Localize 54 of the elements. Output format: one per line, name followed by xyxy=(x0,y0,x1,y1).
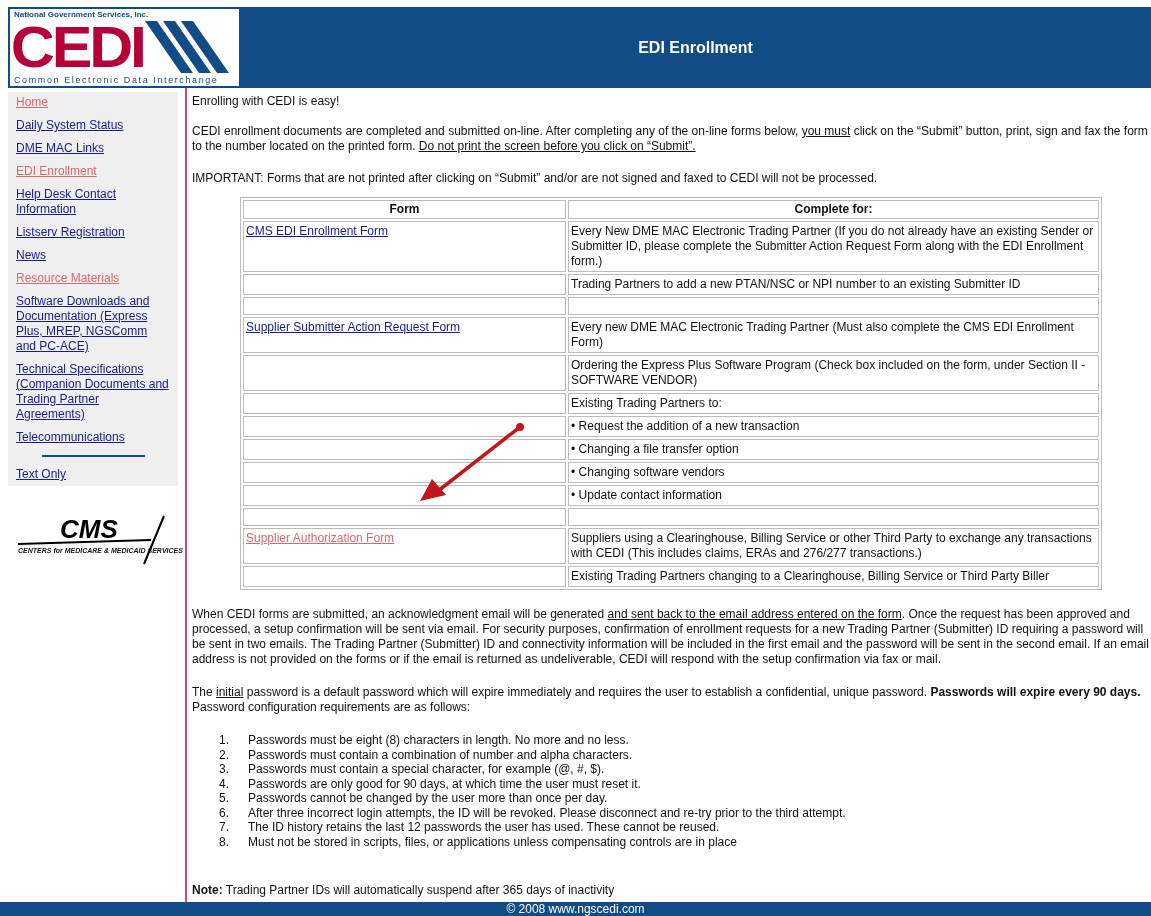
table-cell: • Request the addition of a new transaction xyxy=(568,416,1099,437)
important-notice: IMPORTANT: Forms that are not printed after clicking on “Submit” and/or are not signed and faxed to CEDI will not be processed. xyxy=(192,171,879,186)
logo-mark: CEDI xyxy=(10,19,144,75)
logo-tagline: Common Electronic Data Interchange xyxy=(14,75,220,85)
table-cell: • Changing a file transfer option xyxy=(568,439,1099,460)
column-header: Complete for: xyxy=(568,200,1099,219)
password-paragraph: The initial password is a default password which will expire immediately and requires the user to establish a confidential, unique password. Passwords will expire every 90 days. Password configuration requirements are as follows: xyxy=(192,685,1142,715)
table-cell: Ordering the Express Plus Software Program (Check box included on the form, under Section II - SOFTWARE VENDOR) xyxy=(568,355,1099,391)
list-number: 5. xyxy=(218,791,229,806)
sidebar-link[interactable]: News xyxy=(16,248,170,263)
list-number: 3. xyxy=(218,762,229,777)
intro-text: Enrolling with CEDI is easy! xyxy=(192,94,341,109)
sidebar-link[interactable]: Technical Specifications (Companion Documents and Trading Partner Agreements) xyxy=(16,362,170,422)
list-number: 4. xyxy=(218,776,229,791)
instructions-paragraph: CEDI enrollment documents are completed and submitted on-line. After completing any of the on-line forms below, you must click on the “Submit” button, print, sign and fax the form to the number located on the printed form. Do not print the screen before you click on “Submit”. xyxy=(192,124,1149,154)
sidebar-link[interactable]: Help Desk Contact Information xyxy=(16,187,170,217)
table-cell: Suppliers using a Clearinghouse, Billing Service or other Third Party to exchange any transactions with CEDI (This includes claims, ERAs and 276/277 transactions.) xyxy=(568,528,1099,564)
acknowledgment-paragraph: When CEDI forms are submitted, an acknowledgment email will be generated and sent back to the email address entered on the form. Once the request has been approved and processed, a setup confirmation will be sent via email. For security purposes, confirmation of enrollment requests for a new Trading Partner (Submitter) ID requiring a password will be sent in two emails. The Trading Partner (Submitter) ID and connectivity information will be included in the first email and the password will be sent in the second email. If an email address is not provided on the forms or if the email is returned as undeliverable, CEDI will respond with the setup confirmation via fax or mail. xyxy=(192,607,1149,667)
page-title: EDI Enrollment xyxy=(638,37,753,58)
table-cell: Existing Trading Partners to: xyxy=(568,393,1099,414)
form-link[interactable]: Supplier Submitter Action Request Form xyxy=(246,320,461,334)
requirement-text: Passwords must contain a special character, for example (@, #, $). xyxy=(248,762,605,777)
table-cell: Trading Partners to add a new PTAN/NSC or NPI number to an existing Submitter ID xyxy=(568,274,1099,295)
sidebar-link[interactable]: Listserv Registration xyxy=(16,225,170,240)
sidebar-link[interactable]: Telecommunications xyxy=(16,430,170,445)
requirement-text: After three incorrect login attempts, the ID will be revoked. Please disconnect and re-try prior to the third attempt. xyxy=(248,805,846,820)
stripes-icon xyxy=(144,21,231,73)
form-link[interactable]: Supplier Authorization Form xyxy=(246,531,395,545)
list-number: 7. xyxy=(218,820,229,835)
column-header: Form xyxy=(243,200,566,219)
cms-logo-mark: CMS xyxy=(60,516,118,542)
logo-org-text: National Government Services, Inc. xyxy=(14,10,150,19)
table-cell: • Update contact information xyxy=(568,485,1099,506)
list-number: 1. xyxy=(218,733,229,748)
list-number: 8. xyxy=(218,834,229,849)
list-number: 6. xyxy=(218,805,229,820)
form-link[interactable]: CMS EDI Enrollment Form xyxy=(246,224,389,238)
requirement-text: Passwords must contain a combination of number and alpha characters. xyxy=(248,747,633,762)
requirement-text: Passwords are only good for 90 days, at which time the user must reset it. xyxy=(248,776,641,791)
table-cell: Every New DME MAC Electronic Trading Partner (If you do not already have an existing Sender or Submitter ID, please complete the Submitter Action Request Form along with the EDI Enrollment form.) xyxy=(568,221,1099,272)
requirement-text: Passwords cannot be changed by the user more than once per day. xyxy=(248,791,608,806)
requirement-text: Passwords must be eight (8) characters in length. No more and no less. xyxy=(248,733,629,748)
sidebar-link[interactable]: Software Downloads and Documentation (Express Plus, MREP, NGSComm and PC-ACE) xyxy=(16,294,170,354)
requirement-text: The ID history retains the last 12 passwords the user has used. These cannot be reused. xyxy=(248,820,720,835)
list-number: 2. xyxy=(218,747,229,762)
sidebar-link[interactable]: Daily System Status xyxy=(16,118,170,133)
requirement-text: Must not be stored in scripts, files, or applications unless compensating controls are in place xyxy=(248,834,737,849)
text-only-link[interactable]: Text Only xyxy=(16,467,66,482)
table-cell: Existing Trading Partners changing to a Clearinghouse, Billing Service or Third Party Biller xyxy=(568,566,1099,587)
sidebar-link[interactable]: DME MAC Links xyxy=(16,141,170,156)
copyright-text: © 2008 www.ngscedi.com xyxy=(506,902,645,916)
table-cell: Every new DME MAC Electronic Trading Partner (Must also complete the CMS EDI Enrollment Form) xyxy=(568,317,1099,353)
table-cell: • Changing software vendors xyxy=(568,462,1099,483)
note-text: Note: Trading Partner IDs will automatically suspend after 365 days of inactivity xyxy=(192,883,616,898)
